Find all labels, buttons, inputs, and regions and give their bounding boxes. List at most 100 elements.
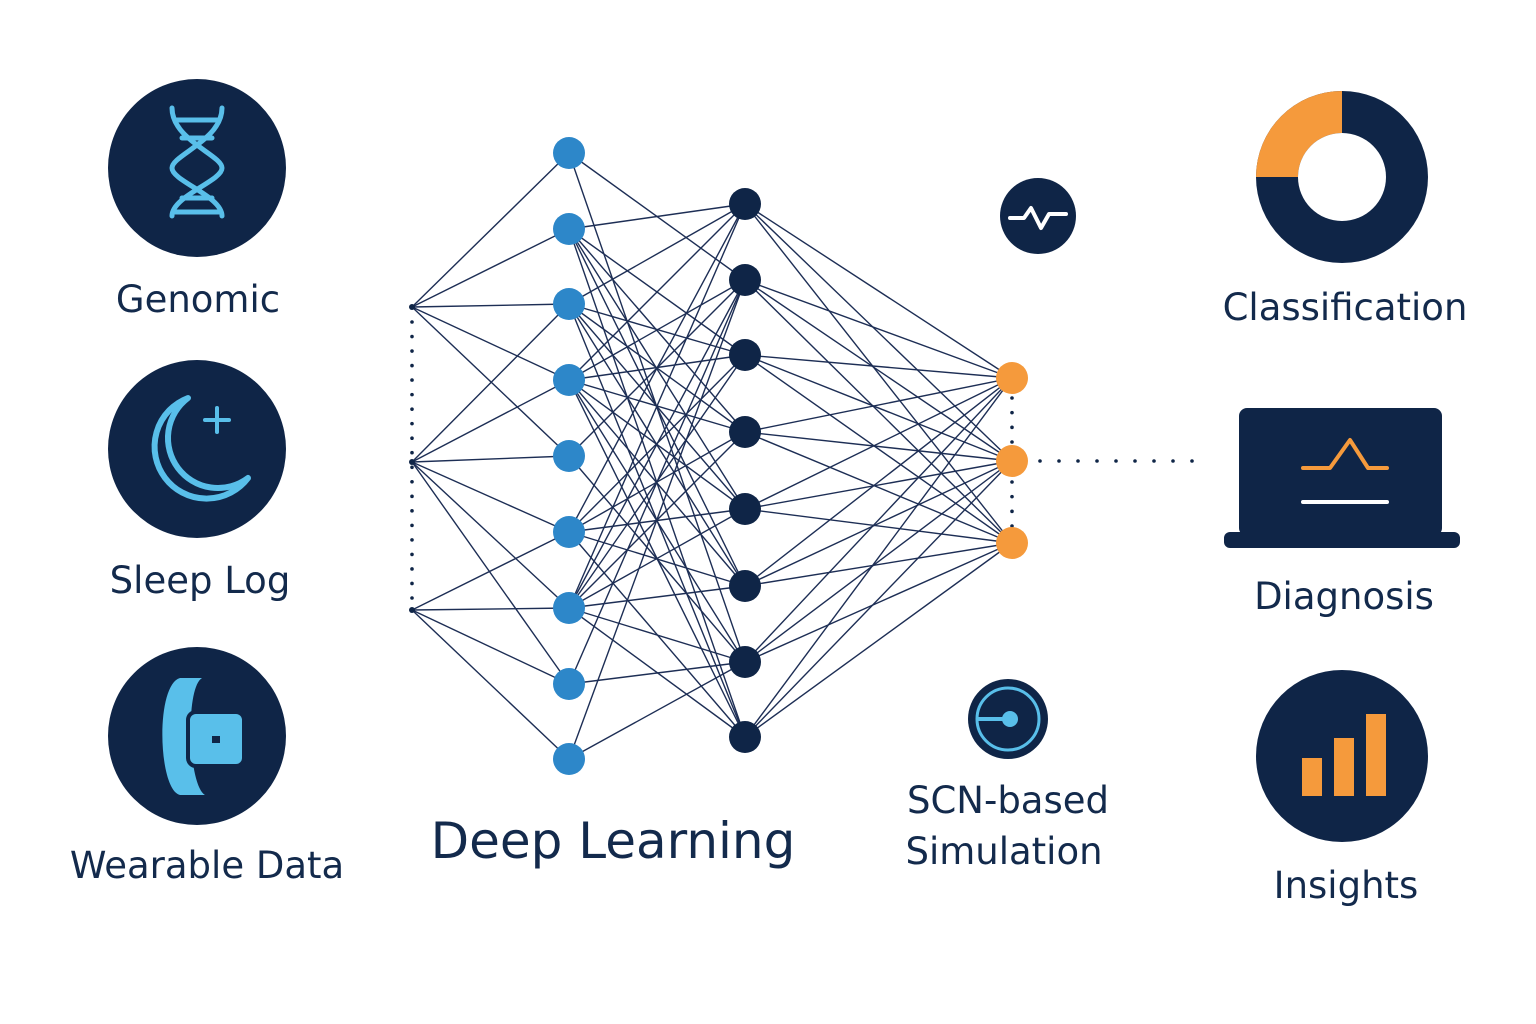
edge-l2-output [744,279,1013,544]
edge-input-l1 [411,531,570,611]
edge-input-l1 [411,455,570,463]
hidden-node-layer1 [553,364,585,396]
output-diagnosis-dotted-link [1114,459,1118,463]
edge-l2-output [744,460,1013,587]
output-dot-separator [1010,509,1014,514]
deep-learning-label: Deep Learning [431,812,796,870]
dotted-connectors [410,320,1194,600]
input-dot-separator [410,363,414,368]
input-dot-separator [410,552,414,557]
edge-l2-output [744,377,1013,510]
hidden-node-layer1 [553,213,585,245]
edge-l2-output [744,542,1013,587]
input-dot-separator [410,392,414,397]
input-dot-separator [410,509,414,513]
output-diagnosis-dotted-link [1171,459,1175,463]
edge-l2-output [744,431,1013,462]
edge-input-l1 [411,228,570,308]
edge-l2-output [744,203,1013,462]
output-diagnosis-dotted-link [1057,459,1061,463]
edge-input-l1 [411,461,570,533]
hidden-node-layer1 [553,743,585,775]
input-dot-separator [410,596,414,600]
edge-input-l1 [411,607,570,611]
hidden-node-layer2 [729,721,761,753]
input-dot-separator [410,494,414,499]
input-dot-separator [410,538,414,542]
hidden-node-layer1 [553,137,585,169]
edge-input-l1 [411,306,570,457]
hidden-node-layer1 [553,516,585,548]
output-diagnosis-dotted-link [1076,459,1080,463]
hidden-node-layer1 [553,668,585,700]
diagnosis-output: Diagnosis [1224,408,1460,618]
sleep-log-label: Sleep Log [110,559,291,602]
edge-input-l1 [411,379,570,463]
output-node [996,527,1028,559]
sleep-log-input: Sleep Log [108,360,290,602]
heartbeat-icon [1000,178,1076,254]
donut-chart-icon [1256,91,1428,263]
hidden-node-layer2 [729,264,761,296]
network-nodes [409,137,1028,775]
output-dot-separator [1010,396,1014,400]
hidden-node-layer1 [553,592,585,624]
edge-input-l1 [411,152,570,308]
hidden-node-layer1 [553,288,585,320]
input-dot-separator [410,523,414,528]
input-dot-separator [410,567,414,571]
laptop-icon [1224,408,1460,548]
edge-input-l1 [411,306,570,381]
hidden-node-layer2 [729,188,761,220]
input-dot-separator [410,581,414,586]
input-node [409,459,415,465]
output-dot-separator [1010,410,1014,415]
dna-icon [108,79,286,257]
bar-chart-icon [1256,670,1428,842]
edge-l1-l2 [568,203,746,230]
edge-l2-output [744,203,1013,544]
classification-label: Classification [1223,286,1468,329]
hidden-node-layer2 [729,646,761,678]
hidden-node-layer2 [729,493,761,525]
output-diagnosis-dotted-link [1038,459,1042,463]
hidden-node-layer2 [729,339,761,371]
input-node [409,607,415,613]
edge-input-l1 [411,609,570,685]
simulation-label-line2: Simulation [905,830,1102,873]
input-dot-separator [410,320,414,324]
edge-l1-l2 [568,607,746,663]
input-dot-separator [410,436,414,441]
insights-output: Insights [1256,670,1428,907]
smartwatch-icon [108,647,286,825]
insights-label: Insights [1274,864,1419,907]
output-diagnosis-dotted-link [1190,459,1194,463]
genomic-label: Genomic [116,278,280,321]
input-dot-separator [410,421,414,426]
input-dot-separator [410,465,414,470]
input-dot-separator [410,349,414,353]
output-dot-separator [1010,440,1014,444]
output-diagnosis-dotted-link [1095,459,1099,463]
hidden-node-layer2 [729,416,761,448]
edge-l1-l2 [568,279,746,760]
edge-l2-output [744,279,1013,379]
diagram-canvas: Genomic Sleep Log Wearable Data Deep Lea… [70,79,1468,907]
edge-l2-output [744,203,1013,379]
output-diagnosis-dotted-link [1133,459,1137,463]
edge-input-l1 [411,461,570,609]
classification-output: Classification [1223,91,1468,329]
simulation-label-line1: SCN-based [907,779,1109,822]
input-dot-separator [410,407,414,411]
output-node [996,445,1028,477]
input-dot-separator [410,450,414,455]
output-node [996,362,1028,394]
output-diagnosis-dotted-link [1152,459,1156,463]
edge-input-l1 [411,461,570,685]
edge-l1-l2 [568,585,746,609]
simulation-group: SCN-based Simulation [905,178,1109,873]
edge-l2-output [744,377,1013,663]
edge-l1-l2 [568,661,746,760]
edge-l2-output [744,377,1013,738]
moon-icon [108,360,286,538]
